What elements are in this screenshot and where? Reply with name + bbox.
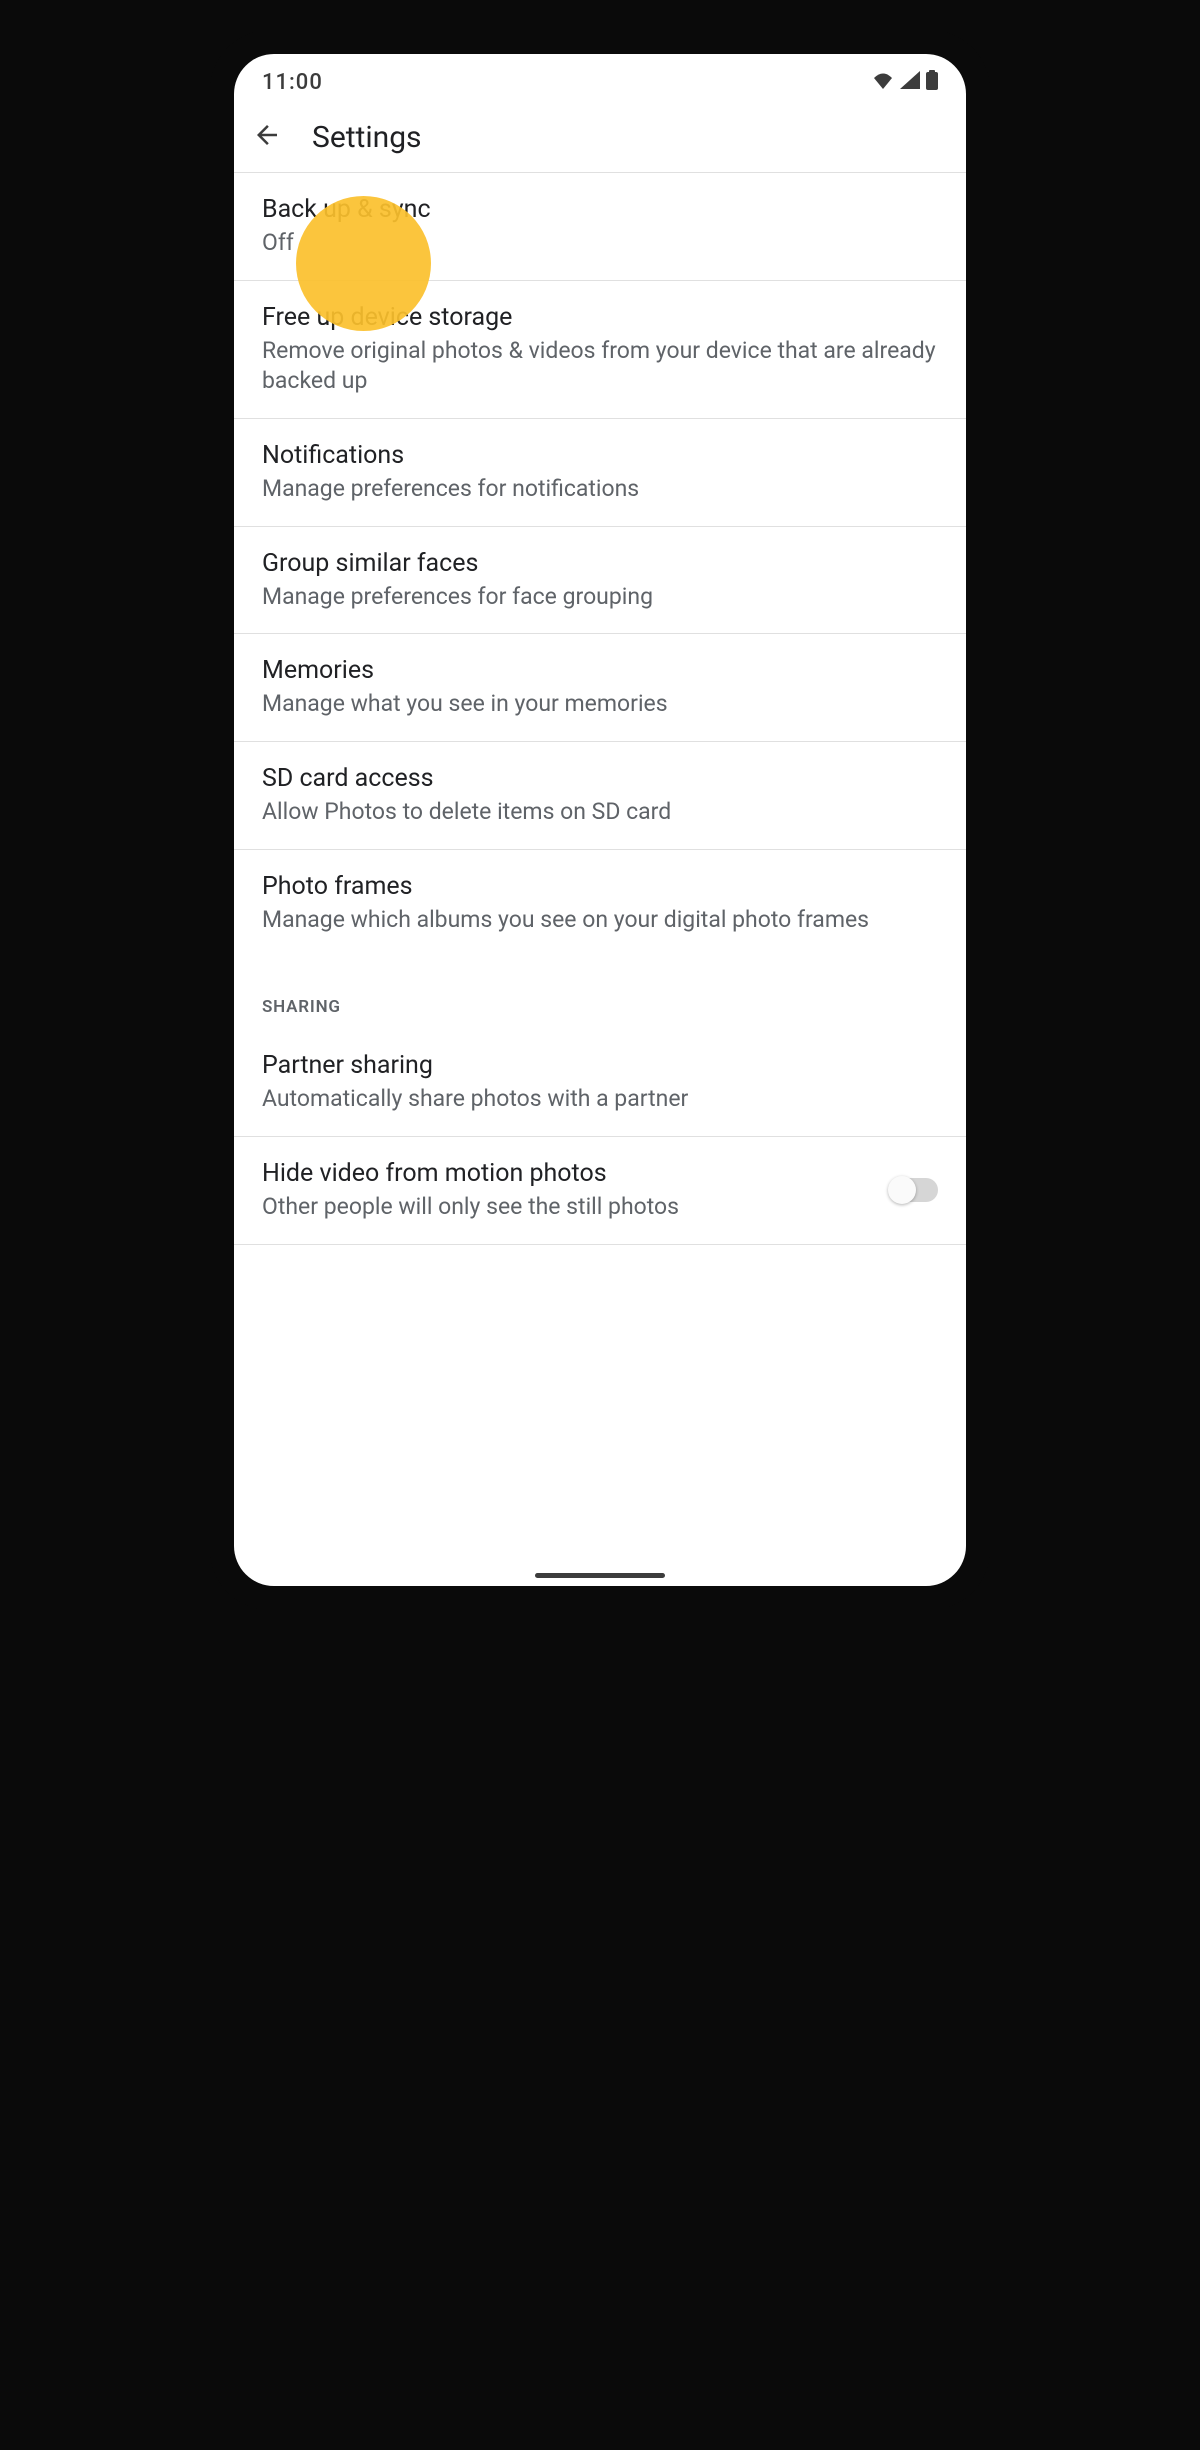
setting-title: Back up & sync [262, 195, 938, 224]
setting-title: Notifications [262, 441, 938, 470]
device-button [990, 650, 996, 780]
setting-subtitle: Allow Photos to delete items on SD card [262, 797, 938, 827]
setting-title: Partner sharing [262, 1051, 938, 1080]
home-indicator[interactable] [535, 1573, 665, 1578]
signal-icon [900, 71, 920, 93]
setting-item-notifications[interactable]: Notifications Manage preferences for not… [234, 419, 966, 527]
setting-subtitle: Manage preferences for notifications [262, 474, 938, 504]
settings-content[interactable]: Back up & sync Off Free up device storag… [234, 172, 966, 1586]
setting-title: Group similar faces [262, 549, 938, 578]
status-icons [872, 70, 938, 94]
setting-item-sd-card[interactable]: SD card access Allow Photos to delete it… [234, 742, 966, 850]
toggle-knob [888, 1176, 916, 1204]
setting-item-partner-sharing[interactable]: Partner sharing Automatically share phot… [234, 1029, 966, 1137]
setting-title: Hide video from motion photos [262, 1159, 890, 1188]
setting-subtitle: Automatically share photos with a partne… [262, 1084, 938, 1114]
setting-item-memories[interactable]: Memories Manage what you see in your mem… [234, 634, 966, 742]
app-bar: Settings [234, 102, 966, 172]
setting-title: SD card access [262, 764, 938, 793]
setting-item-backup-sync[interactable]: Back up & sync Off [234, 173, 966, 281]
battery-icon [926, 70, 938, 94]
setting-subtitle: Manage which albums you see on your digi… [262, 905, 938, 935]
setting-subtitle: Manage preferences for face grouping [262, 582, 938, 612]
setting-title: Free up device storage [262, 303, 938, 332]
wifi-icon [872, 71, 894, 93]
setting-subtitle: Manage what you see in your memories [262, 689, 938, 719]
device-frame: 11:00 Settings Back up & sync Off Free u… [210, 30, 990, 1610]
setting-title: Photo frames [262, 872, 938, 901]
setting-subtitle: Off [262, 228, 938, 258]
section-header-sharing: SHARING [234, 957, 966, 1029]
status-time: 11:00 [262, 70, 323, 95]
back-icon[interactable] [252, 120, 282, 154]
toggle-hide-video[interactable] [890, 1178, 938, 1202]
page-title: Settings [312, 120, 422, 155]
setting-title: Memories [262, 656, 938, 685]
setting-item-hide-video[interactable]: Hide video from motion photos Other peop… [234, 1137, 966, 1245]
setting-item-free-up-storage[interactable]: Free up device storage Remove original p… [234, 281, 966, 419]
setting-item-group-faces[interactable]: Group similar faces Manage preferences f… [234, 527, 966, 635]
device-button [990, 370, 996, 440]
screen: 11:00 Settings Back up & sync Off Free u… [234, 54, 966, 1586]
setting-subtitle: Remove original photos & videos from you… [262, 336, 938, 396]
setting-subtitle: Other people will only see the still pho… [262, 1192, 890, 1222]
status-bar: 11:00 [234, 62, 966, 102]
device-button [990, 480, 996, 610]
setting-item-photo-frames[interactable]: Photo frames Manage which albums you see… [234, 850, 966, 957]
